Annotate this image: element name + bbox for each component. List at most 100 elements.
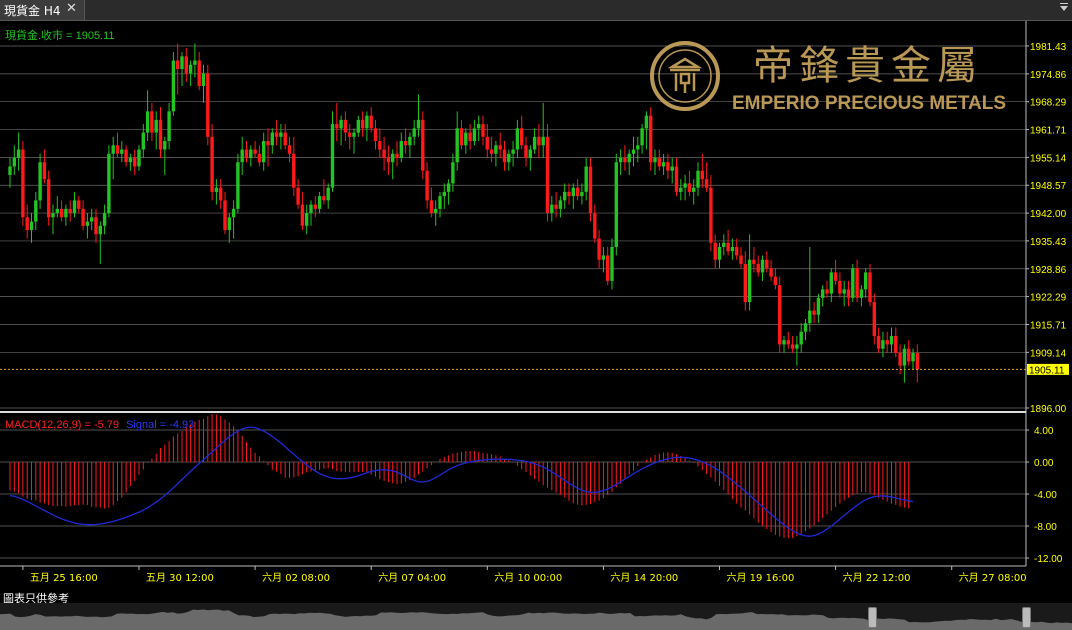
candle (72, 191, 77, 218)
candle-body (674, 166, 679, 192)
candle (597, 230, 601, 269)
candle (16, 132, 21, 171)
candle (782, 335, 786, 353)
candle-body (399, 141, 403, 158)
candle-body (743, 263, 747, 303)
candle (309, 200, 313, 226)
candle (188, 60, 193, 86)
candle (274, 119, 279, 146)
candle-body (120, 149, 124, 154)
candle-body (403, 141, 408, 146)
candle (77, 196, 81, 214)
candle (816, 293, 821, 324)
candle-body (266, 141, 270, 146)
candle-body (94, 217, 98, 235)
candle-body (696, 170, 700, 188)
candle (446, 179, 451, 205)
candle (438, 191, 442, 218)
candle (326, 183, 330, 209)
candle (799, 323, 803, 353)
candle-body (773, 276, 778, 286)
candle (102, 204, 107, 235)
candle (38, 153, 42, 209)
candle (348, 124, 352, 150)
candle (180, 52, 184, 86)
candle-body (545, 136, 550, 214)
candle-body (34, 200, 38, 222)
candle (120, 141, 124, 163)
candle-body (588, 166, 593, 214)
candle-body (528, 149, 532, 158)
scroll-handle-left[interactable] (868, 607, 877, 628)
candle-body (279, 132, 283, 137)
candle-body (692, 187, 696, 192)
candle-body (657, 157, 661, 167)
candle (369, 107, 373, 133)
candle-body (274, 132, 279, 137)
candle-body (369, 115, 373, 129)
candle-body (670, 166, 674, 171)
candle (223, 191, 227, 235)
candle (244, 141, 249, 163)
candle-body (412, 128, 416, 137)
price-tick-label: 1896.00 (1030, 404, 1067, 415)
candle (911, 348, 915, 370)
candle-body (812, 310, 816, 315)
candle (859, 285, 864, 307)
candle-body (614, 162, 618, 247)
candle-body (176, 60, 180, 70)
candle-body (283, 132, 287, 146)
candle-body (782, 340, 786, 345)
close-icon[interactable]: ✕ (66, 1, 77, 16)
candle (657, 149, 661, 171)
candle-body (739, 255, 743, 264)
chart-scrollbar[interactable] (0, 603, 1072, 630)
candle (511, 141, 515, 167)
candle (855, 259, 859, 303)
candle (12, 145, 16, 175)
candle-body (915, 352, 919, 370)
time-tick-label: 六月 10 00:00 (494, 572, 562, 584)
candle (795, 335, 799, 366)
tab-spot-gold-h4[interactable]: 現貨金 H4 ✕ (0, 0, 85, 20)
candle-body (133, 157, 137, 167)
candle-body (292, 153, 296, 188)
candle (649, 107, 653, 171)
candle (464, 128, 468, 154)
candle (133, 149, 137, 175)
candle-body (558, 200, 563, 209)
chart-canvas[interactable]: 帝鋒貴金屬 EMPERIO PRECIOUS METALS 1905.11 19… (0, 21, 1072, 603)
candle-body (395, 153, 399, 158)
candle-body (842, 289, 846, 294)
candle (640, 124, 644, 154)
candle (747, 234, 752, 311)
price-legend: 現貨金.收市 = 1905.11 (5, 28, 115, 42)
candle-body (747, 259, 752, 303)
candle-body (502, 149, 507, 163)
candle-body (81, 208, 85, 226)
candle (614, 153, 618, 256)
candle-body (520, 128, 524, 146)
candle-body (111, 145, 115, 154)
candle-body (459, 128, 464, 146)
candle-body (515, 128, 520, 150)
macd-grid (0, 429, 1026, 559)
time-tick-label: 六月 14 20:00 (610, 572, 678, 584)
price-tick-label: 1928.86 (1030, 265, 1067, 276)
candle (141, 124, 145, 158)
candle-body (193, 60, 197, 65)
candle-body (249, 149, 253, 158)
candle-body (455, 128, 459, 163)
candle (610, 238, 614, 290)
candle-body (180, 56, 184, 70)
scroll-handle-right[interactable] (1022, 607, 1031, 628)
candle (524, 136, 528, 167)
candle-body (206, 73, 210, 137)
candle (773, 268, 778, 290)
candle (846, 280, 851, 307)
price-tick-label: 1968.29 (1030, 98, 1067, 109)
candle (739, 246, 743, 269)
candle (825, 280, 829, 298)
candle (287, 136, 292, 163)
candle-body (756, 263, 760, 273)
